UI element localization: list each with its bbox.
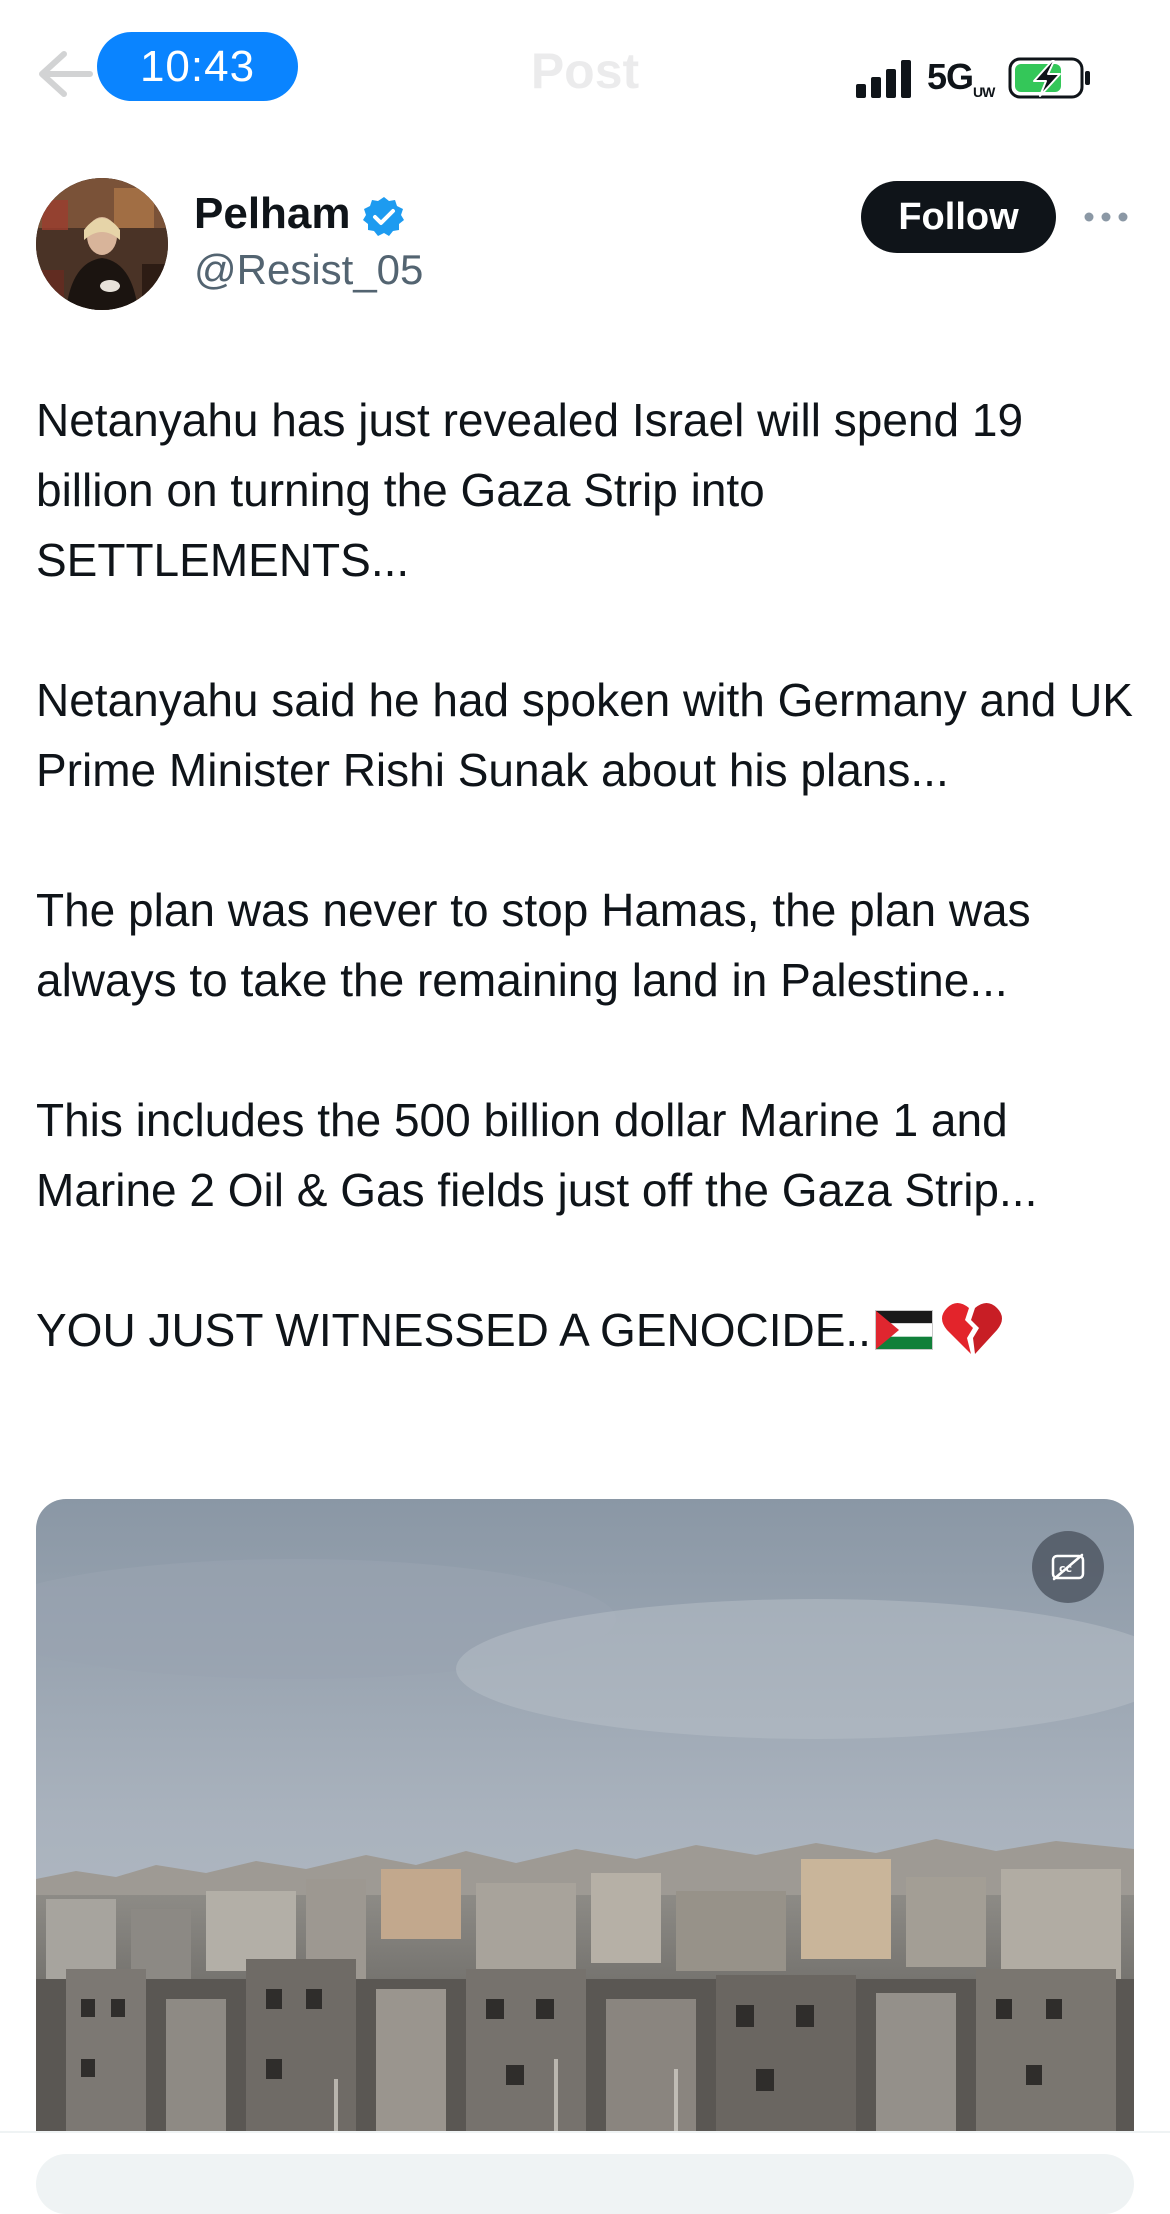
bottom-divider: [0, 2131, 1170, 2133]
video-frame: [36, 1499, 1134, 2131]
author-name[interactable]: Pelham: [194, 189, 351, 239]
status-time[interactable]: 10:43: [97, 32, 298, 101]
tweet-text: Netanyahu has just revealed Israel will …: [36, 385, 1146, 1365]
palestine-flag-icon: [874, 1310, 933, 1350]
reply-input[interactable]: [36, 2154, 1134, 2214]
verified-badge-icon: [363, 197, 404, 236]
network-type: 5GUW: [927, 56, 995, 101]
more-options-icon[interactable]: [1083, 204, 1129, 230]
tweet-closing-text: YOU JUST WITNESSED A GENOCIDE..: [36, 1304, 871, 1356]
network-label: 5G: [927, 56, 974, 97]
tweet-paragraph: Netanyahu said he had spoken with German…: [36, 674, 1133, 796]
captions-off-icon: cc: [1051, 1553, 1085, 1581]
avatar-photo: [36, 178, 168, 310]
tweet-paragraph: Netanyahu has just revealed Israel will …: [36, 394, 1024, 586]
status-bar: Post 10:43 5GUW: [0, 0, 1170, 140]
avatar[interactable]: [36, 178, 168, 310]
tweet-video[interactable]: [36, 1499, 1134, 2131]
tweet-closing-line: YOU JUST WITNESSED A GENOCIDE..: [36, 1295, 1146, 1365]
network-sub-label: UW: [973, 84, 995, 101]
follow-button[interactable]: Follow: [861, 181, 1056, 253]
captions-toggle-button[interactable]: cc: [1032, 1531, 1104, 1603]
cellular-signal-icon: [856, 60, 911, 98]
tweet-paragraph: The plan was never to stop Hamas, the pl…: [36, 884, 1031, 1006]
author-handle[interactable]: @Resist_05: [194, 246, 423, 294]
tweet-paragraph: This includes the 500 billion dollar Mar…: [36, 1094, 1038, 1216]
battery-charging-icon: [1008, 57, 1090, 99]
broken-heart-icon: [941, 1303, 1002, 1354]
